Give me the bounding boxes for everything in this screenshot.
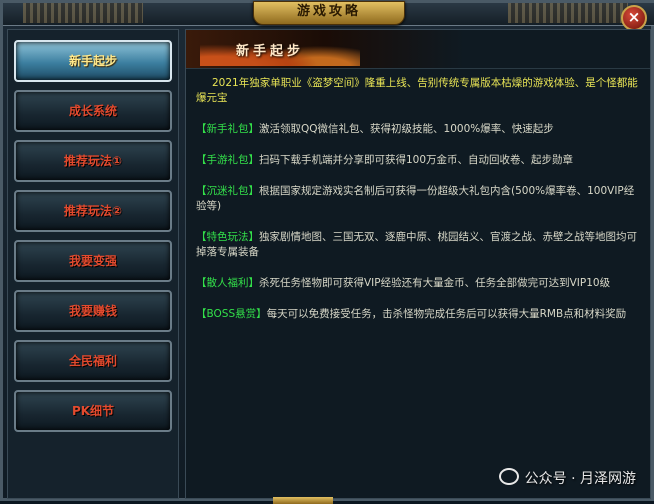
guide-paragraph: 【散人福利】杀死任务怪物即可获得VIP经验还有大量金币、任务全部做完可达到VIP…: [196, 276, 642, 291]
intro-paragraph: 2021年独家单职业《盗梦空间》隆重上线、告别传统专属版本枯燥的游戏体验、是个怪…: [196, 77, 638, 104]
paragraph-text: 根据国家规定游戏实名制后可获得一份超级大礼包内含(500%爆率卷、100VIP经…: [196, 185, 635, 212]
paragraph-text: 杀死任务怪物即可获得VIP经验还有大量金币、任务全部做完可达到VIP10级: [259, 277, 611, 289]
watermark-text: 公众号 · 月泽网游: [524, 471, 636, 487]
guide-paragraph: 【沉迷礼包】根据国家规定游戏实名制后可获得一份超级大礼包内含(500%爆率卷、1…: [196, 184, 642, 214]
sidebar-item-welfare[interactable]: 全民福利: [14, 340, 172, 382]
game-guide-window: 游戏攻略 × 新手起步 成长系统 推荐玩法① 推荐玩法② 我要变强 我要赚钱 全…: [0, 0, 654, 504]
sidebar-item-recommend-1[interactable]: 推荐玩法①: [14, 140, 172, 182]
paragraph-tag: 【手游礼包】: [196, 154, 259, 166]
paragraph-tag: 【散人福利】: [196, 277, 259, 289]
content-header: 新手起步: [186, 30, 650, 69]
wechat-icon: [498, 468, 519, 485]
title-ornament-left: [23, 3, 143, 23]
sidebar-item-pk-details[interactable]: PK细节: [14, 390, 172, 432]
content-title: 新手起步: [236, 44, 305, 59]
paragraph-tag: 【特色玩法】: [196, 231, 259, 243]
window-title: 游戏攻略: [253, 1, 405, 25]
guide-paragraph: 【新手礼包】激活领取QQ微信礼包、获得初级技能、1000%爆率、快速起步: [196, 122, 642, 137]
watermark: 公众号 · 月泽网游: [498, 468, 636, 488]
sidebar-item-recommend-2[interactable]: 推荐玩法②: [14, 190, 172, 232]
sidebar-item-newbie[interactable]: 新手起步: [14, 40, 172, 82]
guide-text: 2021年独家单职业《盗梦空间》隆重上线、告别传统专属版本枯燥的游戏体验、是个怪…: [196, 76, 642, 338]
title-bar: 游戏攻略: [3, 1, 654, 26]
paragraph-tag: 【沉迷礼包】: [196, 185, 259, 197]
title-ornament-right: [508, 3, 628, 23]
paragraph-text: 独家剧情地图、三国无双、逐鹿中原、桃园结义、官渡之战、赤壁之战等地图均可掉落专属…: [196, 231, 637, 258]
paragraph-tag: 【BOSS悬赏】: [196, 308, 267, 320]
paragraph-tag: 【新手礼包】: [196, 123, 259, 135]
close-icon[interactable]: ×: [621, 5, 647, 31]
guide-paragraph: 【手游礼包】扫码下载手机端并分享即可获得100万金币、自动回收卷、起步勋章: [196, 153, 642, 168]
paragraph-text: 每天可以免费接受任务，击杀怪物完成任务后可以获得大量RMB点和材料奖励: [266, 308, 627, 320]
paragraph-text: 扫码下载手机端并分享即可获得100万金币、自动回收卷、起步勋章: [259, 154, 574, 166]
sidebar-item-make-money[interactable]: 我要赚钱: [14, 290, 172, 332]
paragraph-text: 激活领取QQ微信礼包、获得初级技能、1000%爆率、快速起步: [259, 123, 554, 135]
guide-content-panel: 新手起步 2021年独家单职业《盗梦空间》隆重上线、告别传统专属版本枯燥的游戏体…: [185, 29, 651, 499]
guide-paragraph: 【BOSS悬赏】每天可以免费接受任务，击杀怪物完成任务后可以获得大量RMB点和材…: [196, 307, 642, 322]
sidebar-item-get-stronger[interactable]: 我要变强: [14, 240, 172, 282]
guide-sidebar: 新手起步 成长系统 推荐玩法① 推荐玩法② 我要变强 我要赚钱 全民福利 PK细…: [7, 29, 179, 499]
sidebar-item-growth[interactable]: 成长系统: [14, 90, 172, 132]
guide-paragraph: 【特色玩法】独家剧情地图、三国无双、逐鹿中原、桃园结义、官渡之战、赤壁之战等地图…: [196, 230, 642, 260]
